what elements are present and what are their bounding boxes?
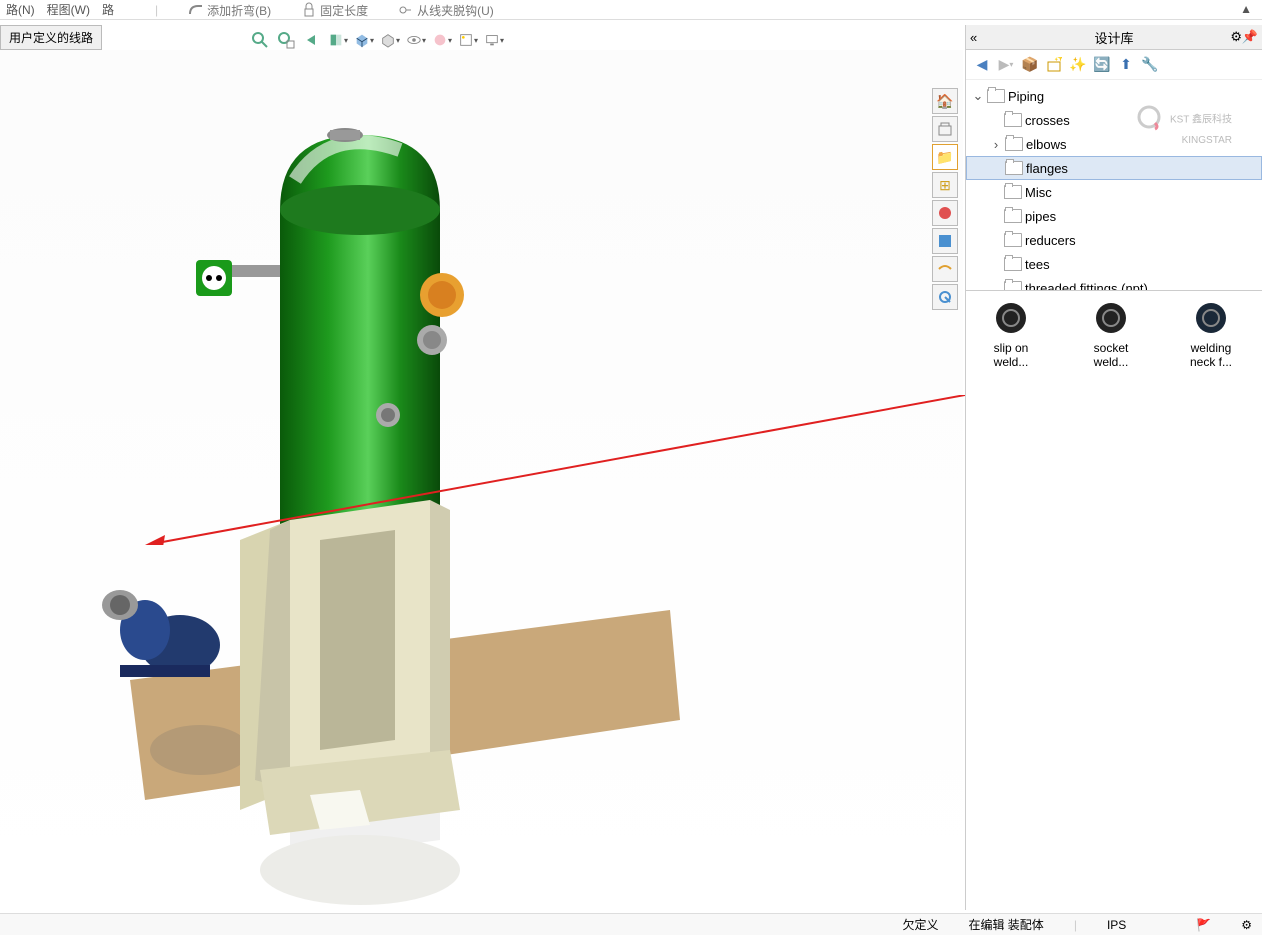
- menu-schematic[interactable]: 程图(W): [41, 1, 96, 18]
- unhook-button[interactable]: 从线夹脱钩(U): [398, 2, 494, 19]
- tree-label: crosses: [1025, 113, 1070, 128]
- tree-label: reducers: [1025, 233, 1076, 248]
- fixed-length-label: 固定长度: [320, 2, 368, 19]
- expand-pane-icon[interactable]: «: [970, 30, 977, 45]
- new-part-icon[interactable]: ✨: [1068, 55, 1088, 75]
- tree-label: elbows: [1026, 137, 1066, 152]
- custom-tab-icon[interactable]: [932, 228, 958, 254]
- add-bend-button[interactable]: 添加折弯(B): [188, 2, 271, 19]
- status-editing: 在编辑 装配体: [968, 916, 1043, 933]
- tree-label: tees: [1025, 257, 1050, 272]
- svg-text:✨: ✨: [1054, 57, 1062, 62]
- collapse-chevron-icon[interactable]: ▲: [1234, 2, 1258, 16]
- tree-item-pipes[interactable]: pipes: [966, 204, 1262, 228]
- unhook-icon: [398, 2, 414, 18]
- toolbox-tab-icon[interactable]: [932, 116, 958, 142]
- ribbon-toolbar: | 添加折弯(B) 固定长度 从线夹脱钩(U): [155, 0, 494, 20]
- separator: |: [155, 3, 158, 17]
- document-tabs: 用户定义的线路: [0, 25, 102, 49]
- hide-show-icon[interactable]: ▾: [406, 30, 426, 50]
- unhook-label: 从线夹脱钩(U): [417, 2, 494, 19]
- tree-root[interactable]: ⌄ Piping: [966, 84, 1262, 108]
- thumb-label: socket: [1076, 341, 1146, 355]
- fixed-length-button[interactable]: 固定长度: [301, 2, 368, 19]
- new-folder-icon[interactable]: ✨: [1044, 55, 1064, 75]
- add-location-icon[interactable]: 📦: [1020, 55, 1040, 75]
- property-tab-icon[interactable]: ⊞: [932, 172, 958, 198]
- status-flag-icon[interactable]: 🚩: [1196, 918, 1211, 932]
- taskpane-tabs: 🏠 📁 ⊞: [932, 88, 962, 310]
- tree-item-flanges[interactable]: flanges: [966, 156, 1262, 180]
- view-orient-icon[interactable]: ▾: [354, 30, 374, 50]
- prev-view-icon[interactable]: [302, 30, 322, 50]
- tree-item-misc[interactable]: Misc: [966, 180, 1262, 204]
- pane-toolbar: ◀ ▶▾ 📦 ✨ ✨ 🔄 ⬆ 🔧: [966, 50, 1262, 80]
- lock-icon: [301, 2, 317, 18]
- forum-tab-icon[interactable]: [932, 284, 958, 310]
- status-units[interactable]: IPS: [1107, 918, 1126, 932]
- tree-item-threaded[interactable]: threaded fittings (npt): [966, 276, 1262, 290]
- pane-title: 设计库: [1094, 28, 1133, 47]
- library-thumbnails: slip on weld... socket weld... welding n…: [966, 290, 1262, 910]
- pane-settings-icon[interactable]: ⚙: [1230, 29, 1242, 45]
- forward-icon[interactable]: ▶▾: [996, 55, 1016, 75]
- tree-item-reducers[interactable]: reducers: [966, 228, 1262, 252]
- up-icon[interactable]: ⬆: [1116, 55, 1136, 75]
- zoom-fit-icon[interactable]: [250, 30, 270, 50]
- thumb-label: neck f...: [1176, 355, 1246, 369]
- design-library-pane: « 设计库 ⚙ 📌 ◀ ▶▾ 📦 ✨ ✨ 🔄 ⬆ 🔧 ⌄ Piping cros…: [965, 25, 1262, 910]
- thumb-label: weld...: [976, 355, 1046, 369]
- tree-item-elbows[interactable]: ›elbows: [966, 132, 1262, 156]
- home-tab-icon[interactable]: 🏠: [932, 88, 958, 114]
- status-underdefined: 欠定义: [902, 916, 938, 933]
- thumb-label: weld...: [1076, 355, 1146, 369]
- bend-icon: [188, 2, 204, 18]
- tree-label: flanges: [1026, 161, 1068, 176]
- appearance-tab-icon[interactable]: [932, 200, 958, 226]
- view-toolbar: ▾ ▾ ▾ ▾ ▾ ▾ ▾: [250, 30, 504, 50]
- thumb-socket[interactable]: socket weld...: [1076, 303, 1146, 369]
- flange-icon: [1096, 303, 1126, 333]
- menu-line[interactable]: 路: [96, 1, 120, 18]
- scene-icon[interactable]: ▾: [458, 30, 478, 50]
- refresh-icon[interactable]: 🔄: [1092, 55, 1112, 75]
- flange-icon: [996, 303, 1026, 333]
- add-bend-label: 添加折弯(B): [207, 2, 271, 19]
- 3d-viewport[interactable]: [0, 50, 963, 910]
- design-library-tab-icon[interactable]: 📁: [932, 144, 958, 170]
- thumb-welding-neck[interactable]: welding neck f...: [1176, 303, 1246, 369]
- menu-route[interactable]: 路(N): [0, 1, 41, 18]
- tab-user-route[interactable]: 用户定义的线路: [0, 25, 102, 50]
- thumb-label: slip on: [976, 341, 1046, 355]
- tree-root-label: Piping: [1008, 89, 1044, 104]
- display-style-icon[interactable]: ▾: [380, 30, 400, 50]
- thumb-label: welding: [1176, 341, 1246, 355]
- status-bar: 欠定义 在编辑 装配体 | IPS 🚩 ⚙: [0, 913, 1262, 935]
- monitor-icon[interactable]: ▾: [484, 30, 504, 50]
- routing-tab-icon[interactable]: [932, 256, 958, 282]
- model-render: [0, 50, 963, 910]
- section-view-icon[interactable]: ▾: [328, 30, 348, 50]
- library-tree[interactable]: ⌄ Piping crosses ›elbows flanges Misc pi…: [966, 80, 1262, 290]
- tree-label: threaded fittings (npt): [1025, 281, 1148, 291]
- thumb-slip-on[interactable]: slip on weld...: [976, 303, 1046, 369]
- status-gear-icon[interactable]: ⚙: [1241, 918, 1252, 932]
- tree-item-crosses[interactable]: crosses: [966, 108, 1262, 132]
- appearance-icon[interactable]: ▾: [432, 30, 452, 50]
- back-icon[interactable]: ◀: [972, 55, 992, 75]
- pin-icon[interactable]: 📌: [1242, 29, 1258, 45]
- zoom-area-icon[interactable]: [276, 30, 296, 50]
- tree-label: Misc: [1025, 185, 1052, 200]
- pane-header: « 设计库 ⚙ 📌: [966, 25, 1262, 50]
- config-icon[interactable]: 🔧: [1140, 55, 1160, 75]
- flange-icon: [1196, 303, 1226, 333]
- tree-item-tees[interactable]: tees: [966, 252, 1262, 276]
- tree-label: pipes: [1025, 209, 1056, 224]
